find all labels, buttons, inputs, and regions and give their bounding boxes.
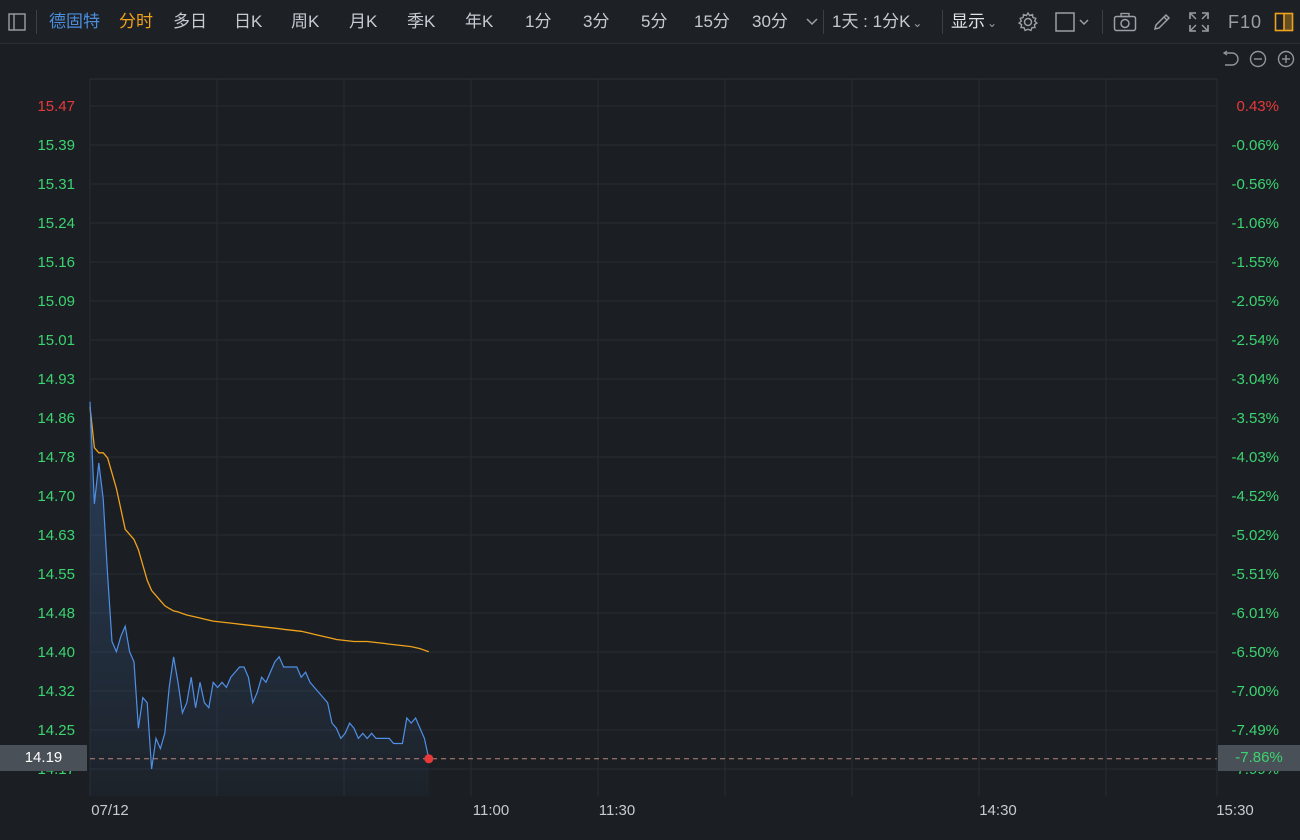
tab-30min[interactable]: 30分 <box>752 0 788 44</box>
y-tick-label-left: 15.09 <box>37 293 75 310</box>
y-tick-label-left: 14.55 <box>37 566 75 583</box>
y-tick-label-left: 14.48 <box>37 605 75 622</box>
y-tick-label-right: -3.04% <box>1231 371 1279 388</box>
tab-3min[interactable]: 3分 <box>583 0 609 44</box>
y-tick-label-right: -4.52% <box>1231 488 1279 505</box>
current-price-tag: 14.19 <box>0 745 87 771</box>
y-tick-label-left: 14.86 <box>37 410 75 427</box>
y-tick-label-right: -2.54% <box>1231 332 1279 349</box>
y-tick-label-left: 15.31 <box>37 176 75 193</box>
pencil-draw-icon[interactable] <box>1150 0 1174 44</box>
y-tick-label-left: 15.01 <box>37 332 75 349</box>
tab-yearly-k[interactable]: 年K <box>465 0 493 44</box>
y-tick-label-right: 0.43% <box>1236 98 1279 115</box>
price-area <box>90 401 429 796</box>
undo-icon[interactable] <box>1221 50 1239 68</box>
zoom-out-icon[interactable] <box>1249 50 1267 68</box>
y-tick-label-right: -1.55% <box>1231 254 1279 271</box>
toolbar-divider <box>823 10 824 34</box>
y-tick-label-right: -4.03% <box>1231 449 1279 466</box>
y-tick-label-right: -2.05% <box>1231 293 1279 310</box>
x-tick-label: 15:30 <box>1216 802 1254 819</box>
chevron-down-icon[interactable] <box>804 0 820 44</box>
tab-minute-chart[interactable]: 分时 <box>119 0 153 44</box>
price-area-fill <box>90 401 429 796</box>
y-tick-label-right: -3.53% <box>1231 410 1279 427</box>
y-tick-label-right: -7.49% <box>1231 722 1279 739</box>
y-tick-label-right: -5.51% <box>1231 566 1279 583</box>
display-menu-label: 显示 <box>951 12 985 31</box>
x-tick-label: 11:30 <box>599 802 635 819</box>
y-axis-left: 15.47 15.39 15.31 15.24 15.16 15.09 15.01 14.93… <box>37 98 75 778</box>
y-tick-label-right: -1.06% <box>1231 215 1279 232</box>
chevron-down-icon: ⌄ <box>912 16 923 30</box>
y-tick-label-left: 14.70 <box>37 488 75 505</box>
range-select[interactable]: 1天 : 1分K ⌄ <box>832 0 922 44</box>
x-tick-label: 07/12 <box>91 802 129 819</box>
tab-1min[interactable]: 1分 <box>525 0 551 44</box>
y-tick-label-left: 14.78 <box>37 449 75 466</box>
y-tick-label-right: -6.01% <box>1231 605 1279 622</box>
f10-button[interactable]: F10 <box>1228 0 1262 44</box>
display-menu[interactable]: 显示 ⌄ <box>951 0 997 44</box>
tab-monthly-k[interactable]: 月K <box>349 0 377 44</box>
average-price-line <box>89 406 430 653</box>
stock-name[interactable]: 德固特 <box>49 0 100 44</box>
y-tick-label-left: 14.40 <box>37 644 75 661</box>
intraday-chart[interactable]: 15.47 15.39 15.31 15.24 15.16 15.09 15.01 14.93… <box>0 0 1300 840</box>
y-tick-label-right: -6.50% <box>1231 644 1279 661</box>
chevron-down-icon: ⌄ <box>987 16 998 30</box>
panel-toggle-icon[interactable] <box>1272 0 1296 44</box>
tab-15min[interactable]: 15分 <box>694 0 730 44</box>
zoom-in-icon[interactable] <box>1277 50 1295 68</box>
y-tick-label-right: -7.00% <box>1231 683 1279 700</box>
y-tick-label-left: 15.39 <box>37 137 75 154</box>
square-shape-icon[interactable] <box>1053 0 1093 44</box>
last-price-dot <box>424 754 434 764</box>
y-tick-label-right: -0.56% <box>1231 176 1279 193</box>
y-tick-label-left: 14.32 <box>37 683 75 700</box>
y-tick-label-left: 14.93 <box>37 371 75 388</box>
camera-icon[interactable] <box>1112 0 1138 44</box>
tab-multi-day[interactable]: 多日 <box>173 0 207 44</box>
tab-weekly-k[interactable]: 周K <box>291 0 319 44</box>
current-percent-tag: -7.86% <box>1218 745 1300 771</box>
y-tick-label-left: 14.25 <box>37 722 75 739</box>
grid-lines <box>89 78 1218 796</box>
tab-5min[interactable]: 5分 <box>641 0 667 44</box>
tab-daily-k[interactable]: 日K <box>234 0 262 44</box>
toolbar: 德固特 分时 多日 日K 周K 月K 季K 年K 1分 3分 5分 15分 30… <box>0 0 1300 44</box>
y-tick-label-left: 14.63 <box>37 527 75 544</box>
y-tick-label-right: -5.02% <box>1231 527 1279 544</box>
x-axis: 07/12 11:00 11:30 14:30 15:30 <box>91 802 1254 819</box>
toolbar-divider <box>942 10 943 34</box>
layout-toggle-icon[interactable] <box>6 0 28 44</box>
y-tick-label-right: -0.06% <box>1231 137 1279 154</box>
tab-quarterly-k[interactable]: 季K <box>407 0 435 44</box>
settings-gear-icon[interactable] <box>1016 0 1040 44</box>
y-axis-right: 0.43% -0.06% -0.56% -1.06% -1.55% -2.05% -2.54… <box>1231 98 1279 778</box>
price-line <box>89 401 430 770</box>
fullscreen-icon[interactable] <box>1187 0 1211 44</box>
y-tick-label-left: 15.24 <box>37 215 75 232</box>
x-tick-label: 11:00 <box>473 802 509 819</box>
y-tick-label-left: 15.47 <box>37 98 75 115</box>
toolbar-divider <box>1102 10 1103 34</box>
series-lines <box>89 401 430 770</box>
range-select-label: 1天 : 1分K <box>832 12 911 31</box>
x-tick-label: 14:30 <box>979 802 1017 819</box>
y-tick-label-left: 15.16 <box>37 254 75 271</box>
markers <box>90 754 1217 764</box>
toolbar-divider <box>36 10 37 34</box>
